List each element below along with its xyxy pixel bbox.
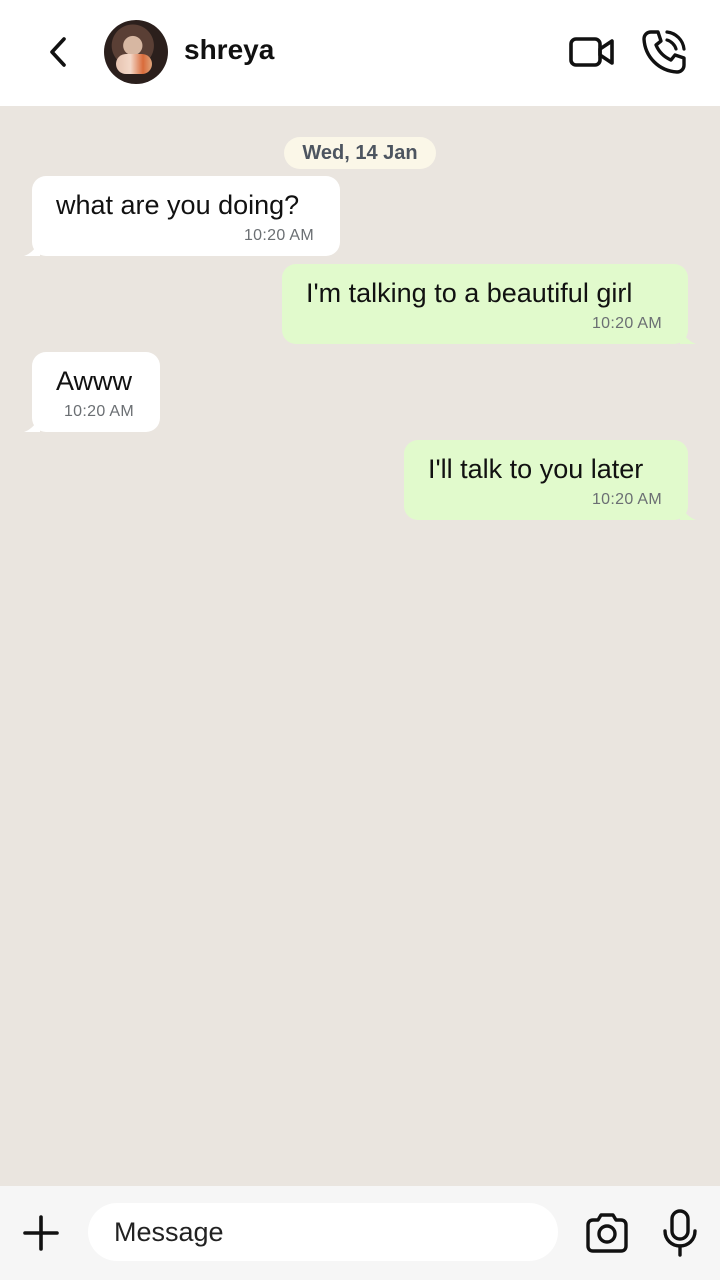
microphone-icon [663, 1209, 697, 1257]
voice-call-button[interactable] [638, 26, 690, 78]
date-separator: Wed, 14 Jan [284, 137, 436, 169]
message-text: what are you doing? [56, 190, 300, 220]
phone-icon [642, 30, 686, 74]
avatar[interactable] [104, 20, 168, 84]
avatar-photo-detail [116, 54, 152, 74]
chat-header: shreya [0, 0, 720, 106]
chevron-left-icon [50, 37, 66, 67]
bubble-tail [680, 330, 696, 344]
message-time: 10:20 AM [63, 403, 134, 420]
message-bubble-incoming[interactable]: Awww 10:20 AM [24, 352, 160, 432]
message-time: 10:20 AM [243, 227, 314, 244]
message-text: I'll talk to you later [428, 454, 644, 484]
message-input[interactable] [88, 1203, 558, 1261]
plus-icon [23, 1215, 59, 1251]
message-composer [0, 1186, 720, 1280]
voice-message-button[interactable] [660, 1208, 700, 1258]
video-camera-icon [569, 37, 614, 67]
message-time: 10:20 AM [591, 491, 662, 508]
bubble-tail [680, 506, 696, 520]
camera-button[interactable] [584, 1212, 630, 1254]
message-time: 10:20 AM [591, 315, 662, 332]
message-text: I'm talking to a beautiful girl [306, 278, 633, 308]
camera-icon [586, 1213, 628, 1253]
message-bubble-outgoing[interactable]: I'll talk to you later 10:20 AM [404, 440, 696, 520]
attach-button[interactable] [22, 1214, 60, 1252]
contact-name[interactable]: shreya [184, 34, 274, 66]
message-text: Awww [56, 366, 133, 396]
back-button[interactable] [38, 30, 78, 74]
message-bubble-outgoing[interactable]: I'm talking to a beautiful girl 10:20 AM [282, 264, 696, 344]
message-bubble-incoming[interactable]: what are you doing? 10:20 AM [24, 176, 340, 256]
bubble-tail [24, 242, 40, 256]
bubble-tail [24, 418, 40, 432]
video-call-button[interactable] [568, 30, 616, 74]
